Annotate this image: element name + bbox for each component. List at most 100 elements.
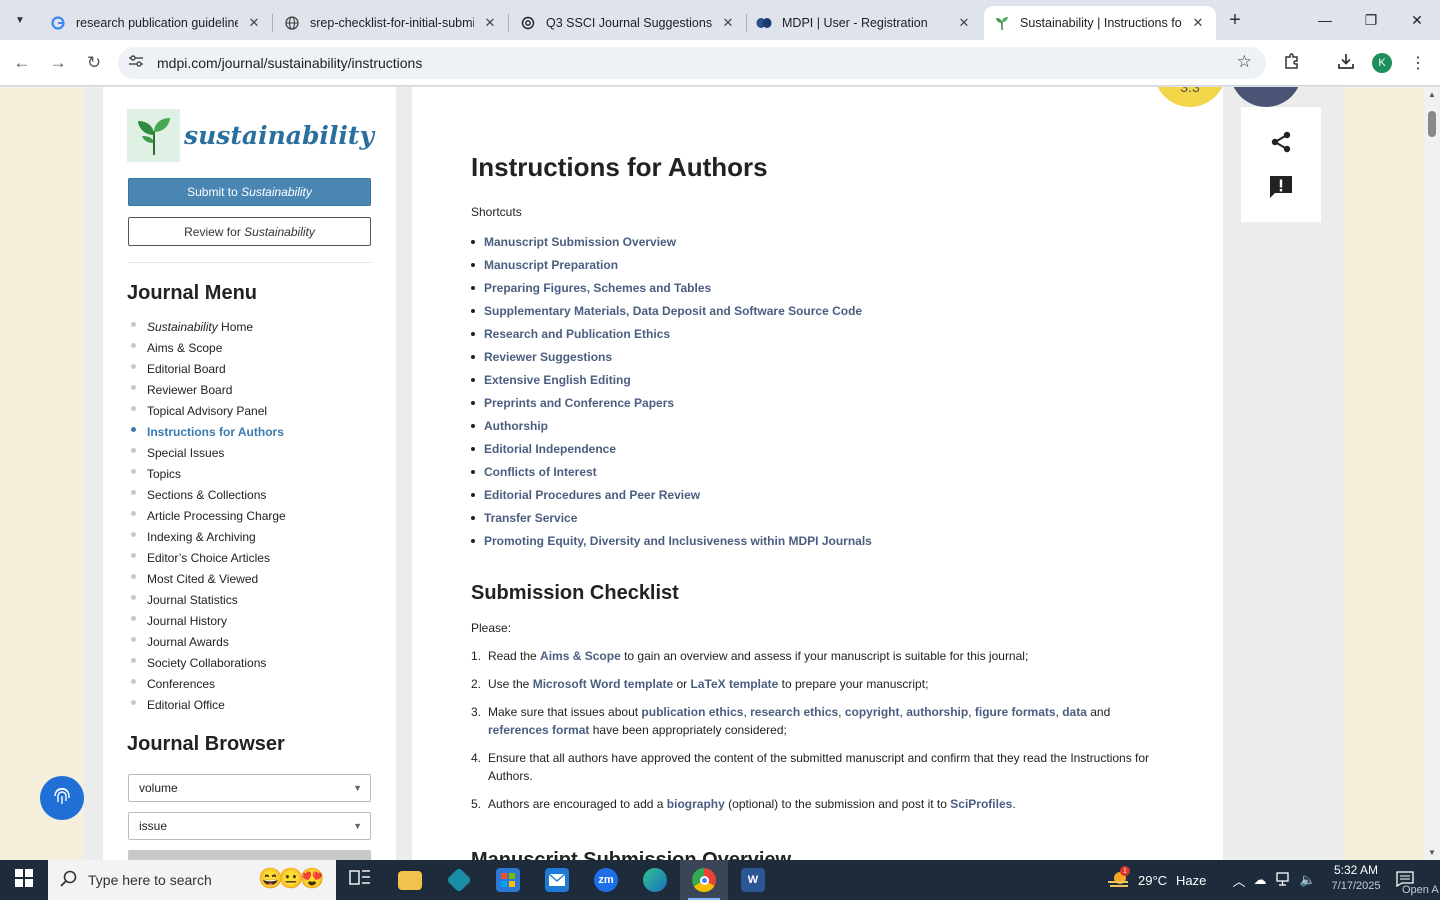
taskbar-chrome[interactable] xyxy=(680,860,728,900)
menu-item-journal-statistics[interactable]: Journal Statistics xyxy=(131,589,286,610)
references-format-link[interactable]: references format xyxy=(488,723,589,737)
tab-sustainability-instructions[interactable]: Sustainability | Instructions for A ✕ xyxy=(984,6,1216,40)
menu-item-topical-advisory-panel[interactable]: Topical Advisory Panel xyxy=(131,400,286,421)
biography-link[interactable]: biography xyxy=(667,797,725,811)
shortcut-link[interactable]: Research and Publication Ethics xyxy=(471,322,872,345)
close-window-button[interactable]: ✕ xyxy=(1394,0,1440,40)
tab-mdpi-registration[interactable]: MDPI | User - Registration ✕ xyxy=(746,6,982,40)
page-scrollbar[interactable]: ▲ ▼ xyxy=(1424,87,1440,860)
latex-template-link[interactable]: LaTeX template xyxy=(691,677,779,691)
shortcut-link[interactable]: Extensive English Editing xyxy=(471,368,872,391)
shortcut-link[interactable]: Supplementary Materials, Data Deposit an… xyxy=(471,299,872,322)
shortcut-link[interactable]: Manuscript Preparation xyxy=(471,253,872,276)
publication-ethics-link[interactable]: publication ethics xyxy=(641,705,743,719)
tab-srep-checklist[interactable]: srep-checklist-for-initial-submi ✕ xyxy=(274,6,509,40)
sciprofiles-link[interactable]: SciProfiles xyxy=(950,797,1012,811)
go-button[interactable] xyxy=(128,850,371,860)
taskbar-search[interactable]: Type here to search 😄😐😍 xyxy=(48,860,336,900)
shortcut-link[interactable]: Transfer Service xyxy=(471,506,872,529)
scroll-up-icon[interactable]: ▲ xyxy=(1428,90,1436,99)
minimize-button[interactable]: — xyxy=(1302,0,1348,40)
research-ethics-link[interactable]: research ethics xyxy=(750,705,838,719)
data-link[interactable]: data xyxy=(1062,705,1087,719)
volume-select[interactable]: volume ▼ xyxy=(128,774,371,802)
task-view-button[interactable] xyxy=(336,860,384,900)
taskbar-file-explorer[interactable] xyxy=(386,860,434,900)
profile-avatar[interactable]: K xyxy=(1372,53,1392,73)
menu-item-editorial-office[interactable]: Editorial Office xyxy=(131,694,286,715)
menu-item-editors-choice[interactable]: Editor’s Choice Articles xyxy=(131,547,286,568)
shortcut-link[interactable]: Reviewer Suggestions xyxy=(471,345,872,368)
authorship-link[interactable]: authorship xyxy=(906,705,968,719)
tab-search-button[interactable]: ▼ xyxy=(8,8,32,32)
bookmark-star-icon[interactable]: ☆ xyxy=(1237,52,1252,72)
menu-item-home[interactable]: Sustainability Home xyxy=(131,316,286,337)
shortcut-link[interactable]: Preparing Figures, Schemes and Tables xyxy=(471,276,872,299)
taskbar-clock[interactable]: 5:32 AM 7/17/2025 xyxy=(1328,863,1384,892)
word-template-link[interactable]: Microsoft Word template xyxy=(533,677,673,691)
taskbar-app[interactable] xyxy=(435,860,483,900)
shortcut-link[interactable]: Conflicts of Interest xyxy=(471,460,872,483)
scrollbar-thumb[interactable] xyxy=(1428,111,1436,137)
figure-formats-link[interactable]: figure formats xyxy=(975,705,1056,719)
shortcut-link[interactable]: Preprints and Conference Papers xyxy=(471,391,872,414)
reload-button[interactable]: ↻ xyxy=(82,51,106,75)
menu-item-reviewer-board[interactable]: Reviewer Board xyxy=(131,379,286,400)
extensions-button[interactable] xyxy=(1280,51,1304,75)
menu-item-topics[interactable]: Topics xyxy=(131,463,286,484)
taskbar-zoom[interactable]: zm xyxy=(582,860,630,900)
address-bar[interactable]: mdpi.com/journal/sustainability/instruct… xyxy=(118,47,1266,79)
menu-item-instructions-for-authors[interactable]: Instructions for Authors xyxy=(131,421,286,442)
taskbar-microsoft-store[interactable] xyxy=(484,860,532,900)
browser-menu-button[interactable]: ⋮ xyxy=(1406,51,1430,75)
volume-icon[interactable]: 🔈 xyxy=(1296,872,1320,888)
taskbar-edge[interactable] xyxy=(631,860,679,900)
network-icon[interactable] xyxy=(1272,871,1296,889)
close-icon[interactable]: ✕ xyxy=(246,15,262,31)
issue-select[interactable]: issue ▼ xyxy=(128,812,371,840)
close-icon[interactable]: ✕ xyxy=(956,15,972,31)
fingerprint-widget-button[interactable] xyxy=(40,776,84,820)
weather-widget[interactable]: 1 29°C Haze xyxy=(1106,860,1206,900)
onedrive-icon[interactable]: ☁ xyxy=(1248,872,1272,888)
menu-item-conferences[interactable]: Conferences xyxy=(131,673,286,694)
tab-q3-ssci[interactable]: Q3 SSCI Journal Suggestions ✕ xyxy=(510,6,747,40)
taskbar-mail[interactable] xyxy=(533,860,581,900)
menu-item-editorial-board[interactable]: Editorial Board xyxy=(131,358,286,379)
menu-item-special-issues[interactable]: Special Issues xyxy=(131,442,286,463)
review-button[interactable]: Review for Sustainability xyxy=(128,217,371,246)
maximize-button[interactable]: ❐ xyxy=(1348,0,1394,40)
close-icon[interactable]: ✕ xyxy=(1190,15,1206,31)
shortcut-link[interactable]: Manuscript Submission Overview xyxy=(471,230,872,253)
back-button[interactable]: ← xyxy=(10,51,34,75)
site-info-icon[interactable] xyxy=(128,54,144,71)
new-tab-button[interactable]: + xyxy=(1224,9,1246,31)
menu-item-journal-awards[interactable]: Journal Awards xyxy=(131,631,286,652)
share-icon[interactable] xyxy=(1267,128,1295,156)
start-button[interactable] xyxy=(0,860,48,900)
close-icon[interactable]: ✕ xyxy=(482,15,498,31)
url-text[interactable]: mdpi.com/journal/sustainability/instruct… xyxy=(157,55,422,71)
close-icon[interactable]: ✕ xyxy=(720,15,736,31)
tab-research-guidelines[interactable]: research publication guidelines ✕ xyxy=(40,6,273,40)
journal-logo[interactable]: sustainability xyxy=(127,108,374,162)
menu-item-indexing-archiving[interactable]: Indexing & Archiving xyxy=(131,526,286,547)
menu-item-most-cited[interactable]: Most Cited & Viewed xyxy=(131,568,286,589)
aims-scope-link[interactable]: Aims & Scope xyxy=(540,649,621,663)
scroll-down-icon[interactable]: ▼ xyxy=(1428,848,1436,857)
menu-item-aims-scope[interactable]: Aims & Scope xyxy=(131,337,286,358)
shortcut-link[interactable]: Editorial Independence xyxy=(471,437,872,460)
shortcut-link[interactable]: Editorial Procedures and Peer Review xyxy=(471,483,872,506)
copyright-link[interactable]: copyright xyxy=(845,705,900,719)
submit-button[interactable]: Submit to Sustainability xyxy=(128,178,371,206)
menu-item-society-collaborations[interactable]: Society Collaborations xyxy=(131,652,286,673)
downloads-button[interactable] xyxy=(1334,51,1358,75)
feedback-icon[interactable] xyxy=(1267,173,1295,201)
chevron-up-icon[interactable]: ︿ xyxy=(1230,871,1248,890)
forward-button[interactable]: → xyxy=(46,51,70,75)
shortcut-link[interactable]: Promoting Equity, Diversity and Inclusiv… xyxy=(471,529,872,552)
menu-item-journal-history[interactable]: Journal History xyxy=(131,610,286,631)
taskbar-word[interactable]: W xyxy=(729,860,777,900)
menu-item-article-processing-charge[interactable]: Article Processing Charge xyxy=(131,505,286,526)
menu-item-sections-collections[interactable]: Sections & Collections xyxy=(131,484,286,505)
